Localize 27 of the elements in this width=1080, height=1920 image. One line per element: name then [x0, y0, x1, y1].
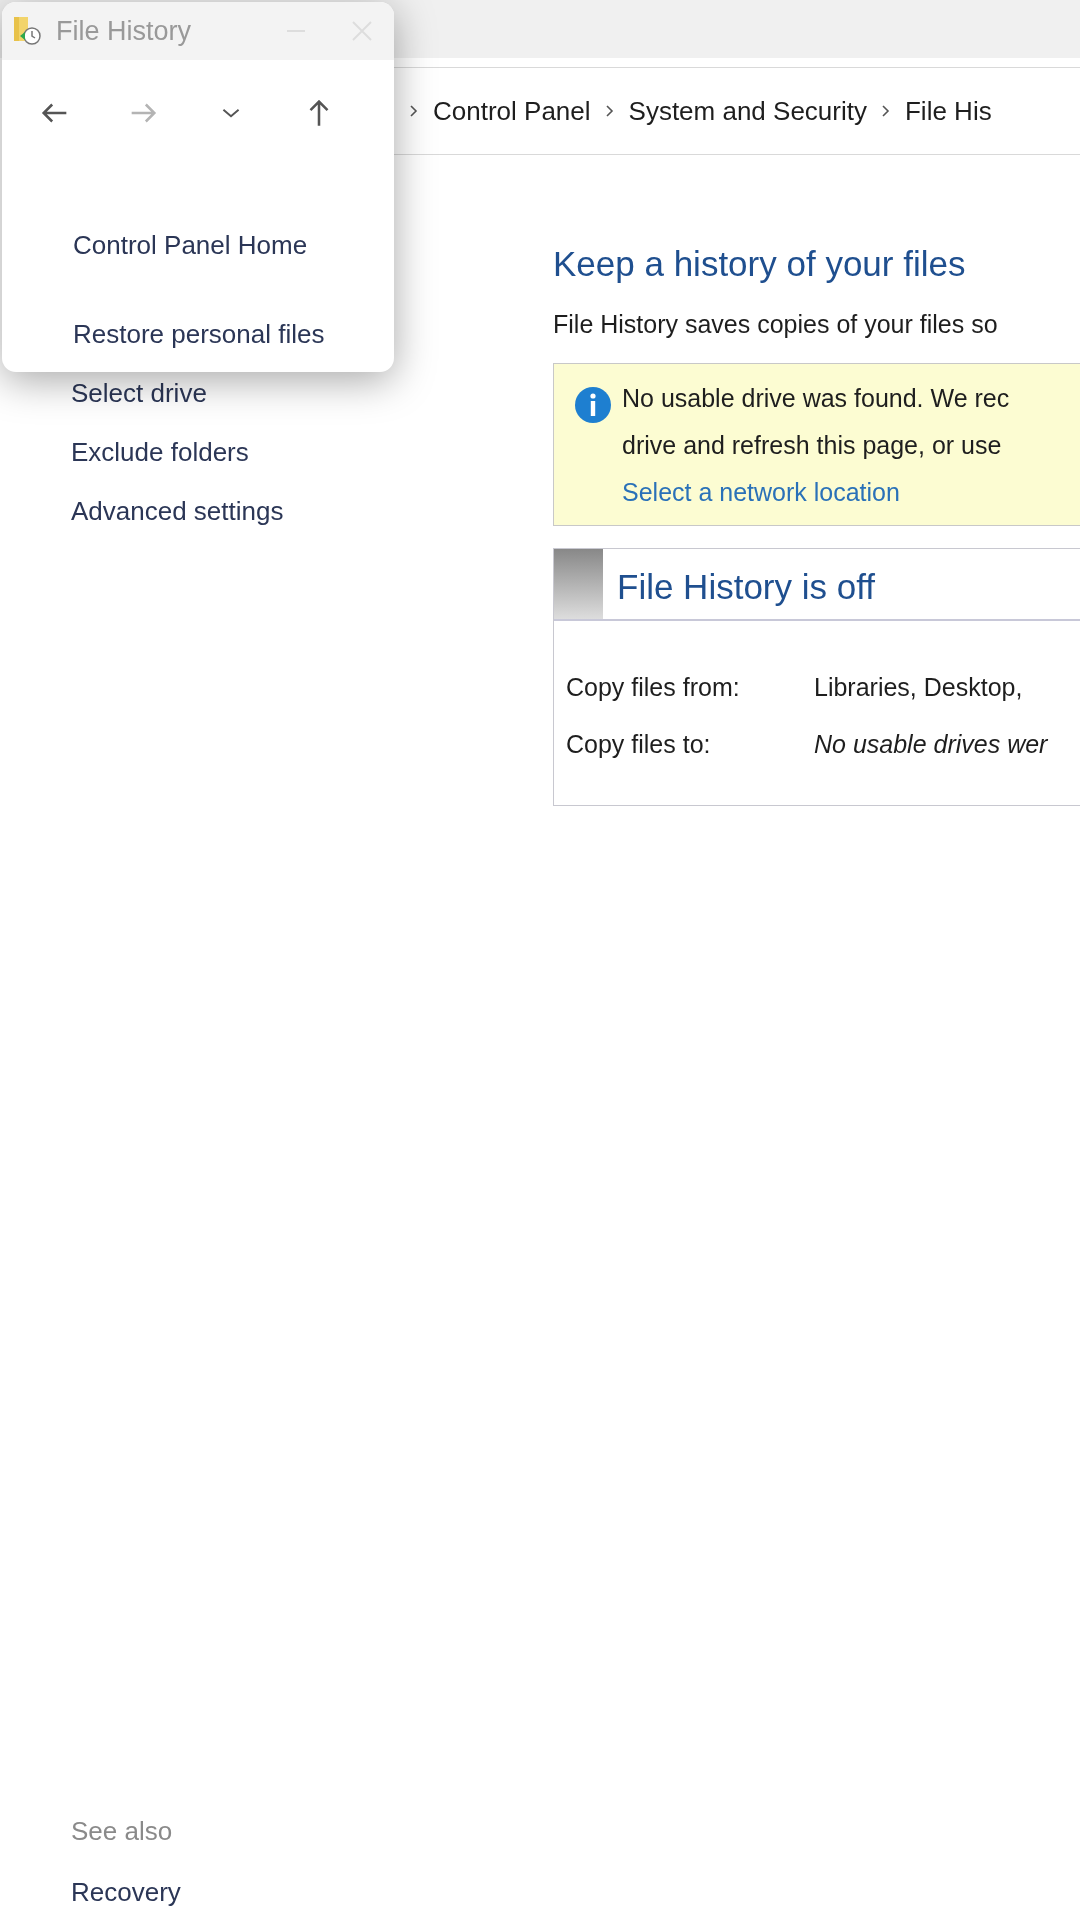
sidebar-link[interactable]: Restore personal files — [73, 319, 325, 350]
row-label: Copy files to: — [566, 730, 712, 759]
page-heading: Keep a history of your files — [553, 244, 967, 284]
window-title: File History — [56, 15, 192, 47]
info-icon — [574, 386, 612, 424]
description-text: File History saves copies of your files so — [553, 310, 999, 339]
info-text: drive and refresh this page, or use — [622, 431, 1003, 460]
see-also-heading: See also — [71, 1816, 174, 1847]
breadcrumb-item[interactable]: Control Panel — [433, 95, 591, 127]
status-title: File History is off — [616, 566, 876, 608]
breadcrumb-item[interactable]: System and Security — [628, 95, 867, 127]
status-tile — [554, 549, 603, 619]
row-value: No usable drives wer — [814, 730, 1048, 759]
chevron-icon — [409, 104, 419, 118]
info-text: No usable drive was found. We rec — [622, 384, 1010, 413]
row-value: Libraries, Desktop, — [814, 673, 1023, 702]
sidebar-link[interactable]: Advanced settings — [71, 496, 284, 527]
sidebar-link[interactable]: Exclude folders — [71, 437, 249, 468]
sidebar-link[interactable]: Select drive — [71, 378, 207, 409]
network-location-link[interactable]: Select a network location — [622, 478, 900, 507]
chevron-icon — [604, 104, 615, 118]
chevron-icon — [881, 104, 891, 118]
sidebar-link[interactable]: Control Panel Home — [73, 230, 308, 261]
folder-clock-icon — [12, 16, 42, 46]
sidebar-link[interactable]: Recovery — [71, 1877, 181, 1908]
breadcrumb-item[interactable]: File His — [905, 95, 992, 127]
row-label: Copy files from: — [566, 673, 741, 702]
